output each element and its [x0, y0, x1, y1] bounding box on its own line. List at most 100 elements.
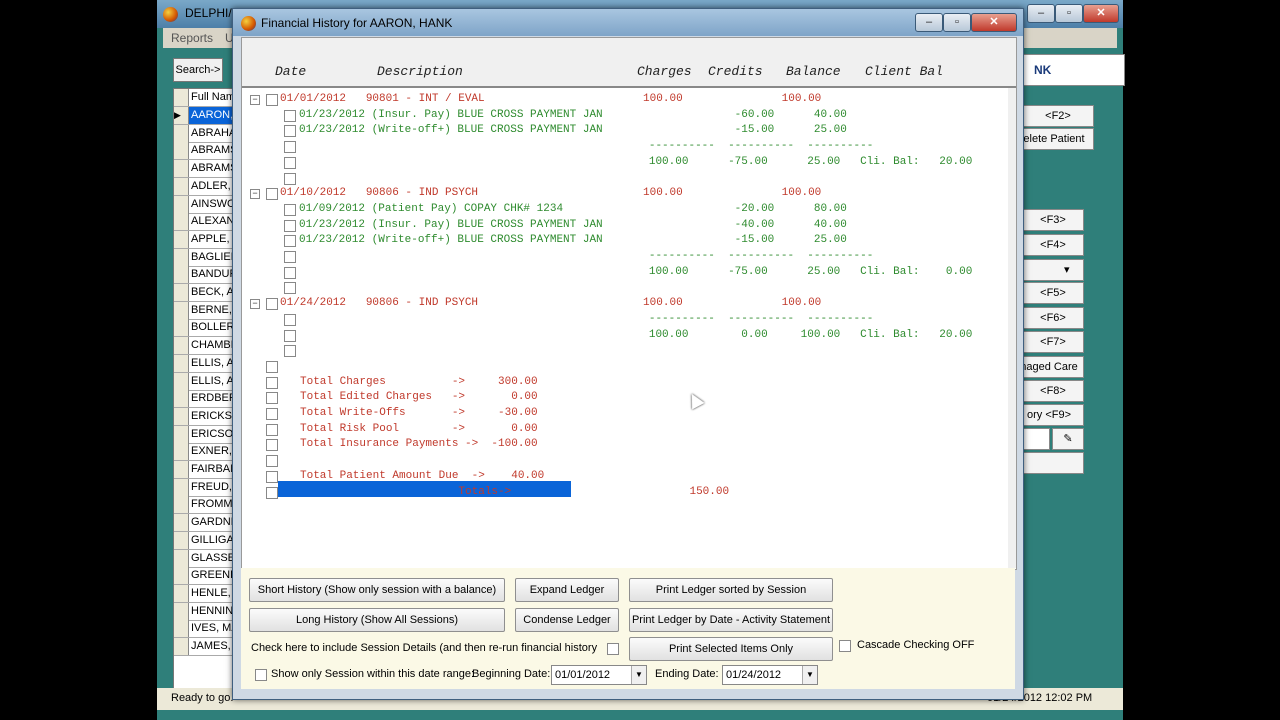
dialog-maximize-icon[interactable]: ▫	[943, 13, 971, 32]
short-history-button[interactable]: Short History (Show only session with a …	[249, 578, 505, 602]
print-ledger-session-button[interactable]: Print Ledger sorted by Session	[629, 578, 833, 602]
expand-ledger-button[interactable]: Expand Ledger	[515, 578, 619, 602]
ledger-row[interactable]: 01/24/2012 90806 - IND PSYCH 100.00 100.…	[280, 296, 821, 312]
ledger-row[interactable]: 01/10/2012 90806 - IND PSYCH 100.00 100.…	[280, 186, 821, 202]
ending-date-dropdown-icon[interactable]: ▼	[802, 666, 817, 684]
ledger-row[interactable]: Total Charges -> 300.00	[300, 375, 538, 391]
ledger-row[interactable]: Total Write-Offs -> -30.00	[300, 406, 538, 422]
row-checkbox[interactable]	[284, 141, 296, 154]
f3-button[interactable]: <F3>	[1022, 209, 1084, 231]
row-checkbox[interactable]	[266, 470, 278, 483]
collapse-toggle-icon[interactable]: −	[250, 189, 260, 200]
ledger-row[interactable]: ---------- ---------- ----------	[299, 249, 873, 265]
row-checkbox[interactable]	[266, 188, 278, 201]
ledger-row[interactable]: 100.00 -75.00 25.00 Cli. Bal: 20.00	[299, 155, 972, 171]
patient-name: ABRAMS	[191, 144, 238, 157]
patient-name: AINSWO	[191, 197, 236, 210]
row-checkbox[interactable]	[266, 94, 278, 106]
row-indicator	[174, 230, 189, 248]
ledger-row[interactable]: Total Insurance Payments -> -100.00	[300, 437, 538, 453]
row-checkbox[interactable]	[266, 486, 278, 499]
session-details-checkbox[interactable]	[607, 643, 619, 655]
row-indicator	[174, 638, 189, 655]
long-history-button[interactable]: Long History (Show All Sessions)	[249, 608, 505, 632]
cascade-checkbox[interactable]	[839, 640, 851, 652]
ledger-scrollbar[interactable]	[1008, 88, 1016, 568]
dialog-title-bar: Financial History for AARON, HANK – ▫ ✕	[233, 9, 1023, 36]
row-checkbox[interactable]	[266, 408, 278, 420]
f2-button[interactable]: <F2>	[1022, 105, 1094, 127]
f6-button[interactable]: <F6>	[1022, 307, 1084, 329]
collapse-toggle-icon[interactable]: −	[250, 95, 260, 105]
patient-name: FREUD,	[191, 480, 232, 493]
row-indicator	[174, 372, 189, 390]
row-checkbox[interactable]	[266, 439, 278, 452]
row-checkbox[interactable]	[266, 298, 278, 311]
minimize-icon[interactable]: –	[1027, 4, 1055, 23]
date-range-checkbox[interactable]	[255, 669, 267, 681]
history-button[interactable]: ory <F9>	[1014, 404, 1084, 426]
row-checkbox[interactable]	[284, 125, 296, 138]
ledger-row[interactable]: ---------- ---------- ----------	[299, 139, 873, 155]
collapse-toggle-icon[interactable]: −	[250, 299, 260, 310]
ledger-row[interactable]: 01/09/2012 (Patient Pay) COPAY CHK# 1234…	[299, 202, 847, 218]
row-checkbox[interactable]	[284, 251, 296, 263]
ledger-row[interactable]: Total Patient Amount Due -> 40.00	[300, 469, 544, 485]
row-checkbox[interactable]	[266, 360, 278, 373]
row-checkbox[interactable]	[284, 329, 296, 342]
row-checkbox[interactable]	[284, 219, 296, 232]
row-checkbox[interactable]	[284, 109, 296, 122]
row-checkbox[interactable]	[266, 392, 278, 405]
row-checkbox[interactable]	[266, 423, 278, 436]
ending-date-picker[interactable]: 01/24/2012 ▼	[722, 665, 818, 685]
ledger-row[interactable]: 01/23/2012 (Write-off+) BLUE CROSS PAYME…	[299, 233, 847, 249]
condense-ledger-button[interactable]: Condense Ledger	[515, 608, 619, 632]
patient-name: BECK, A	[191, 286, 234, 298]
menu-reports[interactable]: Reports	[171, 31, 213, 45]
row-checkbox[interactable]	[284, 172, 296, 185]
maximize-icon[interactable]: ▫	[1055, 4, 1083, 23]
ledger-row-selected[interactable]: Total Patient Payments -> -20.00	[300, 453, 551, 469]
row-checkbox[interactable]	[284, 156, 296, 169]
right-blank-button[interactable]	[1022, 452, 1084, 474]
row-indicator	[174, 301, 189, 319]
beginning-date-picker[interactable]: 01/01/2012 ▼	[551, 665, 647, 685]
ledger-row[interactable]: 01/23/2012 (Insur. Pay) BLUE CROSS PAYME…	[299, 108, 847, 124]
print-selected-button[interactable]: Print Selected Items Only	[629, 637, 833, 661]
ledger-row[interactable]: Total Risk Pool -> 0.00	[300, 422, 538, 438]
row-checkbox[interactable]	[284, 345, 296, 358]
ledger-row[interactable]: ---------- ---------- ----------	[299, 312, 873, 328]
ledger-row[interactable]: 01/23/2012 (Write-off+) BLUE CROSS PAYME…	[299, 123, 847, 139]
dialog-minimize-icon[interactable]: –	[915, 13, 943, 32]
row-checkbox[interactable]	[284, 282, 296, 295]
row-checkbox[interactable]	[284, 313, 296, 326]
managed-care-button[interactable]: naged Care	[1014, 356, 1084, 378]
patient-name: BERNE, I	[191, 303, 239, 316]
dialog-close-icon[interactable]: ✕	[971, 13, 1017, 32]
ledger-row[interactable]: Totals-> 150.00	[300, 485, 729, 501]
ledger-row[interactable]: 100.00 -75.00 25.00 Cli. Bal: 0.00	[299, 265, 972, 281]
row-checkbox[interactable]	[266, 455, 278, 468]
row-checkbox[interactable]	[284, 266, 296, 279]
f5-button[interactable]: <F5>	[1022, 282, 1084, 304]
pen-icon[interactable]: ✎	[1052, 428, 1084, 450]
beginning-date-dropdown-icon[interactable]: ▼	[631, 666, 646, 684]
row-checkbox[interactable]	[284, 235, 296, 248]
right-combo[interactable]: ▾	[1022, 259, 1084, 281]
close-icon[interactable]: ✕	[1083, 4, 1119, 23]
row-checkbox[interactable]	[284, 203, 296, 216]
f8-button[interactable]: <F8>	[1022, 380, 1084, 402]
ledger-row[interactable]: 01/23/2012 (Insur. Pay) BLUE CROSS PAYME…	[299, 218, 847, 234]
print-ledger-date-button[interactable]: Print Ledger by Date - Activity Statemen…	[629, 608, 833, 632]
ledger-row[interactable]: 100.00 0.00 100.00 Cli. Bal: 20.00	[299, 328, 972, 344]
f7-button[interactable]: <F7>	[1022, 331, 1084, 353]
ledger-row[interactable]: 01/01/2012 90801 - INT / EVAL 100.00 100…	[280, 92, 821, 108]
delete-patient-button[interactable]: elete Patient	[1014, 128, 1094, 150]
f4-button[interactable]: <F4>	[1022, 234, 1084, 256]
ledger-row[interactable]: Total Edited Charges -> 0.00	[300, 390, 538, 406]
financial-history-dialog: Financial History for AARON, HANK – ▫ ✕ …	[232, 8, 1024, 700]
row-indicator	[174, 337, 189, 355]
right-field[interactable]	[1022, 428, 1050, 450]
row-checkbox[interactable]	[266, 376, 278, 389]
ledger-grid[interactable]: Date Description Charges Credits Balance…	[241, 37, 1017, 570]
